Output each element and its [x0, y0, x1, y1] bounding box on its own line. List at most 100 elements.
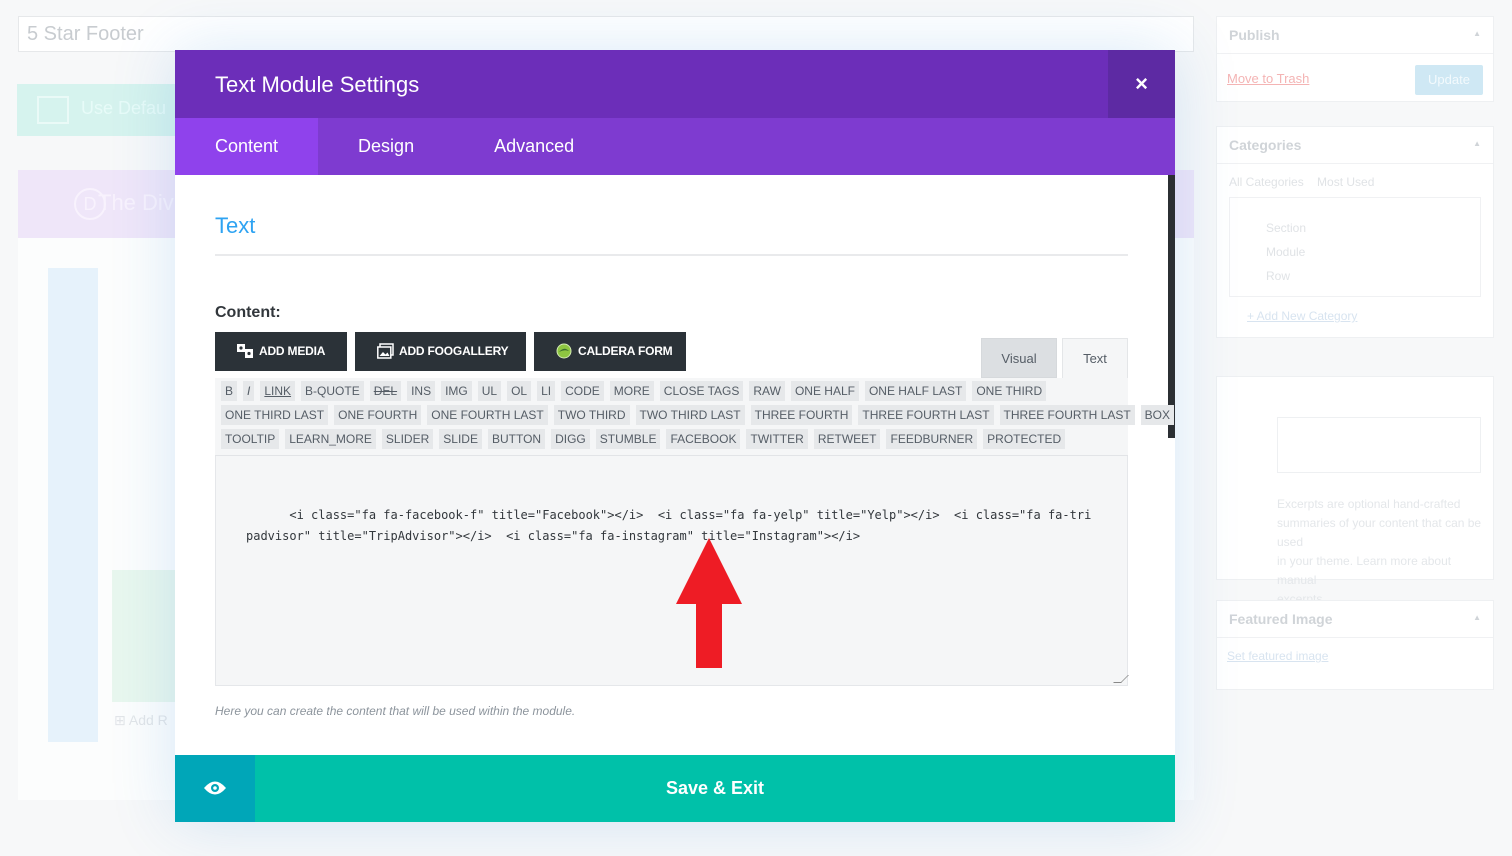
modal-footer: Save & Exit [175, 755, 1175, 822]
quicktag-button[interactable]: TOOLTIP [221, 429, 280, 449]
quicktag-button[interactable]: CODE [561, 381, 604, 401]
tab-most-used[interactable]: Most Used [1317, 175, 1374, 189]
quicktag-button[interactable]: LEARN_MORE [285, 429, 376, 449]
resize-handle[interactable] [1113, 675, 1129, 683]
modal-header: Text Module Settings × [175, 50, 1175, 118]
section-title[interactable]: Text [215, 213, 255, 239]
content-field-label: Content: [215, 304, 281, 321]
content-textarea-value: <i class="fa fa-facebook-f" title="Faceb… [246, 508, 1092, 543]
quicktag-button[interactable]: SLIDER [381, 429, 434, 449]
category-item[interactable]: Module [1266, 240, 1480, 264]
red-arrow-annotation [676, 538, 742, 668]
categories-box: Categories All Categories Most Used Sect… [1216, 126, 1494, 338]
builder-module [112, 570, 176, 702]
divi-builder-label: The Divi [98, 190, 179, 215]
quicktag-button[interactable]: B-QUOTE [301, 381, 364, 401]
caldera-form-label: CALDERA FORM [578, 344, 673, 358]
excerpt-box: Excerpts are optional hand-crafted summa… [1216, 376, 1494, 606]
builder-column [48, 268, 98, 742]
quicktags-toolbar: B I LINK B-QUOTE DEL INS IMG UL OL LI CO… [215, 378, 1175, 456]
add-new-category-link[interactable]: + Add New Category [1247, 309, 1357, 323]
caldera-icon [556, 336, 573, 359]
quicktag-button[interactable]: TWITTER [746, 429, 808, 449]
quicktag-button[interactable]: DIGG [551, 429, 590, 449]
preview-button[interactable] [175, 755, 255, 822]
quicktag-button[interactable]: PROTECTED [983, 429, 1066, 449]
document-icon [37, 96, 69, 124]
quicktag-button[interactable]: OL [507, 381, 532, 401]
add-foogallery-button[interactable]: ADD FOOGALLERY [355, 332, 526, 371]
add-media-label: ADD MEDIA [259, 344, 326, 358]
caldera-form-button[interactable]: CALDERA FORM [534, 332, 686, 371]
modal-tabs: Content Design Advanced [175, 118, 1175, 175]
quicktag-button[interactable]: SLIDE [439, 429, 482, 449]
section-divider [215, 254, 1128, 256]
quicktag-button[interactable]: THREE FOURTH [750, 405, 853, 425]
excerpt-textarea[interactable] [1277, 417, 1481, 473]
quicktag-button[interactable]: INS [407, 381, 436, 401]
quicktag-button[interactable]: LINK [260, 381, 296, 401]
quicktag-button[interactable]: BOX [1140, 405, 1175, 425]
quicktag-button[interactable]: TWO THIRD [553, 405, 630, 425]
quicktag-button[interactable]: RAW [749, 381, 785, 401]
quicktag-button[interactable]: CLOSE TAGS [659, 381, 744, 401]
add-foogallery-label: ADD FOOGALLERY [399, 344, 509, 358]
use-default-editor-button[interactable]: Use Defau [17, 84, 187, 136]
save-exit-button[interactable]: Save & Exit [255, 755, 1175, 822]
category-item[interactable]: Row [1266, 264, 1480, 288]
content-help-text: Here you can create the content that wil… [215, 704, 576, 718]
quicktag-button[interactable]: FEEDBURNER [886, 429, 978, 449]
categories-list: Section Module Row [1229, 197, 1481, 297]
quicktag-button[interactable]: MORE [609, 381, 654, 401]
scrollbar[interactable] [1168, 175, 1175, 438]
quicktag-button[interactable]: FACEBOOK [666, 429, 741, 449]
quicktag-button[interactable]: ONE THIRD LAST [221, 405, 329, 425]
editor-tab-text[interactable]: Text [1062, 338, 1128, 378]
modal-title: Text Module Settings [215, 72, 420, 97]
move-to-trash-link[interactable]: Move to Trash [1227, 71, 1309, 86]
categories-tabs: All Categories Most Used [1229, 175, 1374, 189]
gallery-icon [377, 336, 394, 359]
eye-icon [204, 781, 226, 795]
quicktag-button[interactable]: BUTTON [487, 429, 546, 449]
quicktag-button[interactable]: STUMBLE [595, 429, 661, 449]
quicktag-button[interactable]: UL [477, 381, 502, 401]
add-media-button[interactable]: ADD MEDIA [215, 332, 347, 371]
set-featured-image-link[interactable]: Set featured image [1227, 649, 1328, 663]
add-row-button[interactable]: ⊞ Add R [114, 712, 168, 729]
quicktags-row: ONE THIRD LAST ONE FOURTH ONE FOURTH LAS… [221, 405, 1175, 425]
quicktag-button[interactable]: ONE THIRD [972, 381, 1047, 401]
media-icon [237, 336, 254, 358]
editor-tab-visual[interactable]: Visual [981, 338, 1057, 378]
featured-image-box: Featured Image Set featured image [1216, 600, 1494, 690]
close-button[interactable]: × [1108, 50, 1175, 118]
post-title-input[interactable]: 5 Star Footer [18, 16, 1194, 52]
excerpt-description: Excerpts are optional hand-crafted summa… [1277, 497, 1482, 606]
tab-design[interactable]: Design [318, 118, 454, 175]
quicktags-row: B I LINK B-QUOTE DEL INS IMG UL OL LI CO… [221, 381, 1122, 401]
quicktag-button[interactable]: I [243, 381, 255, 401]
quicktag-button[interactable]: ONE FOURTH [334, 405, 422, 425]
quicktag-button[interactable]: ONE FOURTH LAST [427, 405, 548, 425]
categories-box-title: Categories [1217, 127, 1493, 164]
quicktag-button[interactable]: ONE HALF [790, 381, 859, 401]
quicktag-button[interactable]: LI [537, 381, 556, 401]
quicktag-button[interactable]: B [221, 381, 238, 401]
tab-content[interactable]: Content [175, 118, 319, 175]
quicktag-button[interactable]: ONE HALF LAST [864, 381, 967, 401]
quicktag-button[interactable]: DEL [369, 381, 402, 401]
modal-body: Text Content: ADD MEDIA ADD FOOGALLERY C… [175, 175, 1175, 755]
update-button[interactable]: Update [1415, 65, 1483, 95]
use-default-editor-label: Use Defau [81, 98, 167, 118]
category-item[interactable]: Section [1266, 216, 1480, 240]
quicktag-button[interactable]: TWO THIRD LAST [635, 405, 745, 425]
quicktag-button[interactable]: RETWEET [813, 429, 881, 449]
publish-box: Publish Move to Trash Update [1216, 16, 1494, 102]
content-textarea[interactable]: <i class="fa fa-facebook-f" title="Faceb… [215, 456, 1129, 686]
quicktag-button[interactable]: IMG [441, 381, 472, 401]
featured-image-title: Featured Image [1217, 601, 1493, 638]
quicktag-button[interactable]: THREE FOURTH LAST [858, 405, 994, 425]
quicktag-button[interactable]: THREE FOURTH LAST [999, 405, 1135, 425]
tab-advanced[interactable]: Advanced [454, 118, 614, 175]
tab-all-categories[interactable]: All Categories [1229, 175, 1304, 189]
